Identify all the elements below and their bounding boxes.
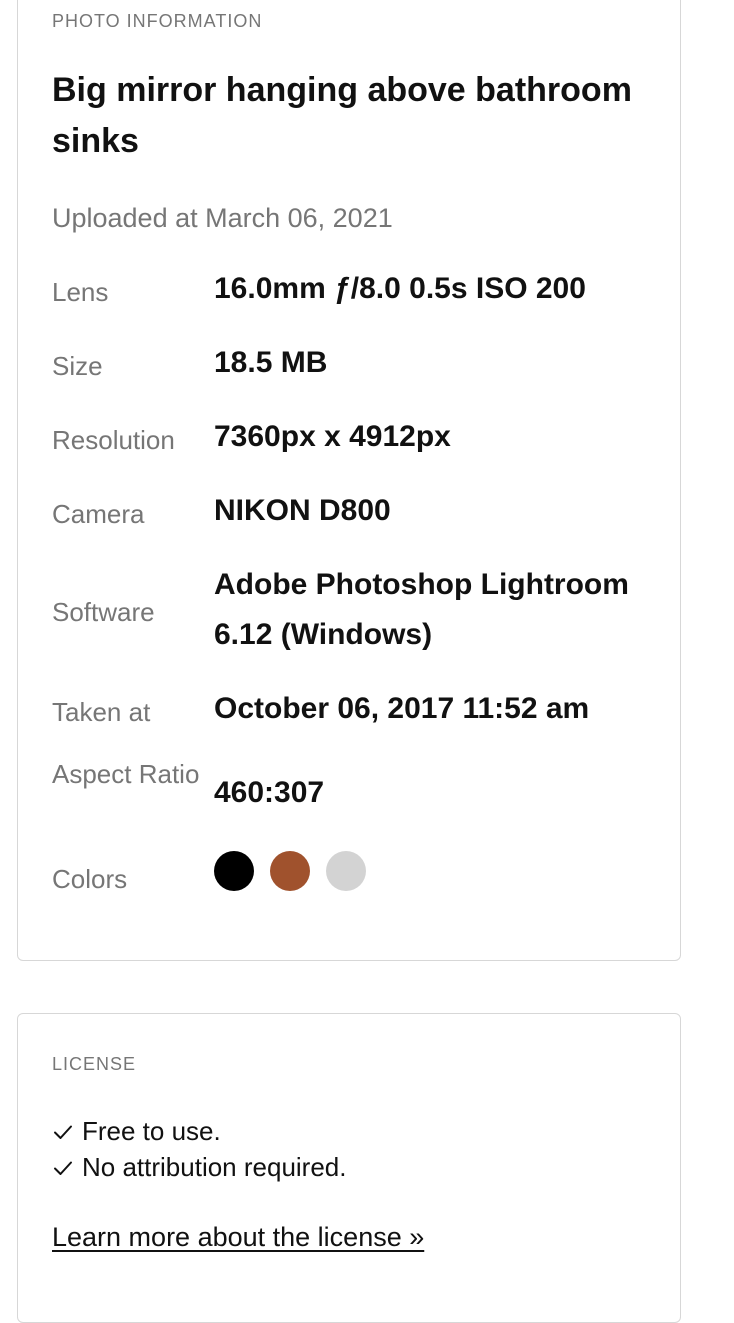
color-swatch — [270, 851, 310, 891]
info-value: Adobe Photoshop Lightroom 6.12 (Windows) — [214, 568, 629, 651]
license-item: Free to use. — [52, 1116, 221, 1147]
color-swatch — [326, 851, 366, 891]
section-label-license: LICENSE — [52, 1054, 137, 1074]
info-label: Resolution — [52, 425, 175, 455]
info-value: NIKON D800 — [214, 494, 391, 527]
learn-more-license-link[interactable]: Learn more about the license » — [52, 1222, 424, 1253]
license-item-text: No attribution required. — [82, 1152, 347, 1182]
color-swatches — [214, 851, 366, 891]
info-label: Camera — [52, 499, 145, 529]
info-label: Colors — [52, 864, 128, 894]
color-swatch — [214, 851, 254, 891]
photo-title: Big mirror hanging above bathroom sinks — [52, 71, 632, 160]
info-label: Software — [52, 597, 155, 627]
photo-information-card: PHOTO INFORMATION Big mirror hanging abo… — [17, 0, 681, 961]
info-value: 460:307 — [214, 776, 325, 809]
section-label-photo-information: PHOTO INFORMATION — [52, 11, 263, 31]
license-card: LICENSE Free to use. No attribution requ… — [17, 1013, 681, 1323]
info-value: 18.5 MB — [214, 346, 328, 379]
info-label: Taken at — [52, 697, 151, 727]
info-label: Size — [52, 351, 103, 381]
info-value: 16.0mm ƒ/8.0 0.5s ISO 200 — [214, 272, 586, 305]
check-icon — [54, 1161, 72, 1175]
license-item-text: Free to use. — [82, 1116, 221, 1146]
uploaded-date: Uploaded at March 06, 2021 — [52, 203, 393, 233]
info-value: 7360px x 4912px — [214, 420, 451, 453]
license-item: No attribution required. — [52, 1152, 346, 1183]
check-icon — [54, 1125, 72, 1139]
info-label: Aspect Ratio — [52, 759, 200, 789]
info-label: Lens — [52, 277, 109, 307]
info-value: October 06, 2017 11:52 am — [214, 692, 590, 725]
